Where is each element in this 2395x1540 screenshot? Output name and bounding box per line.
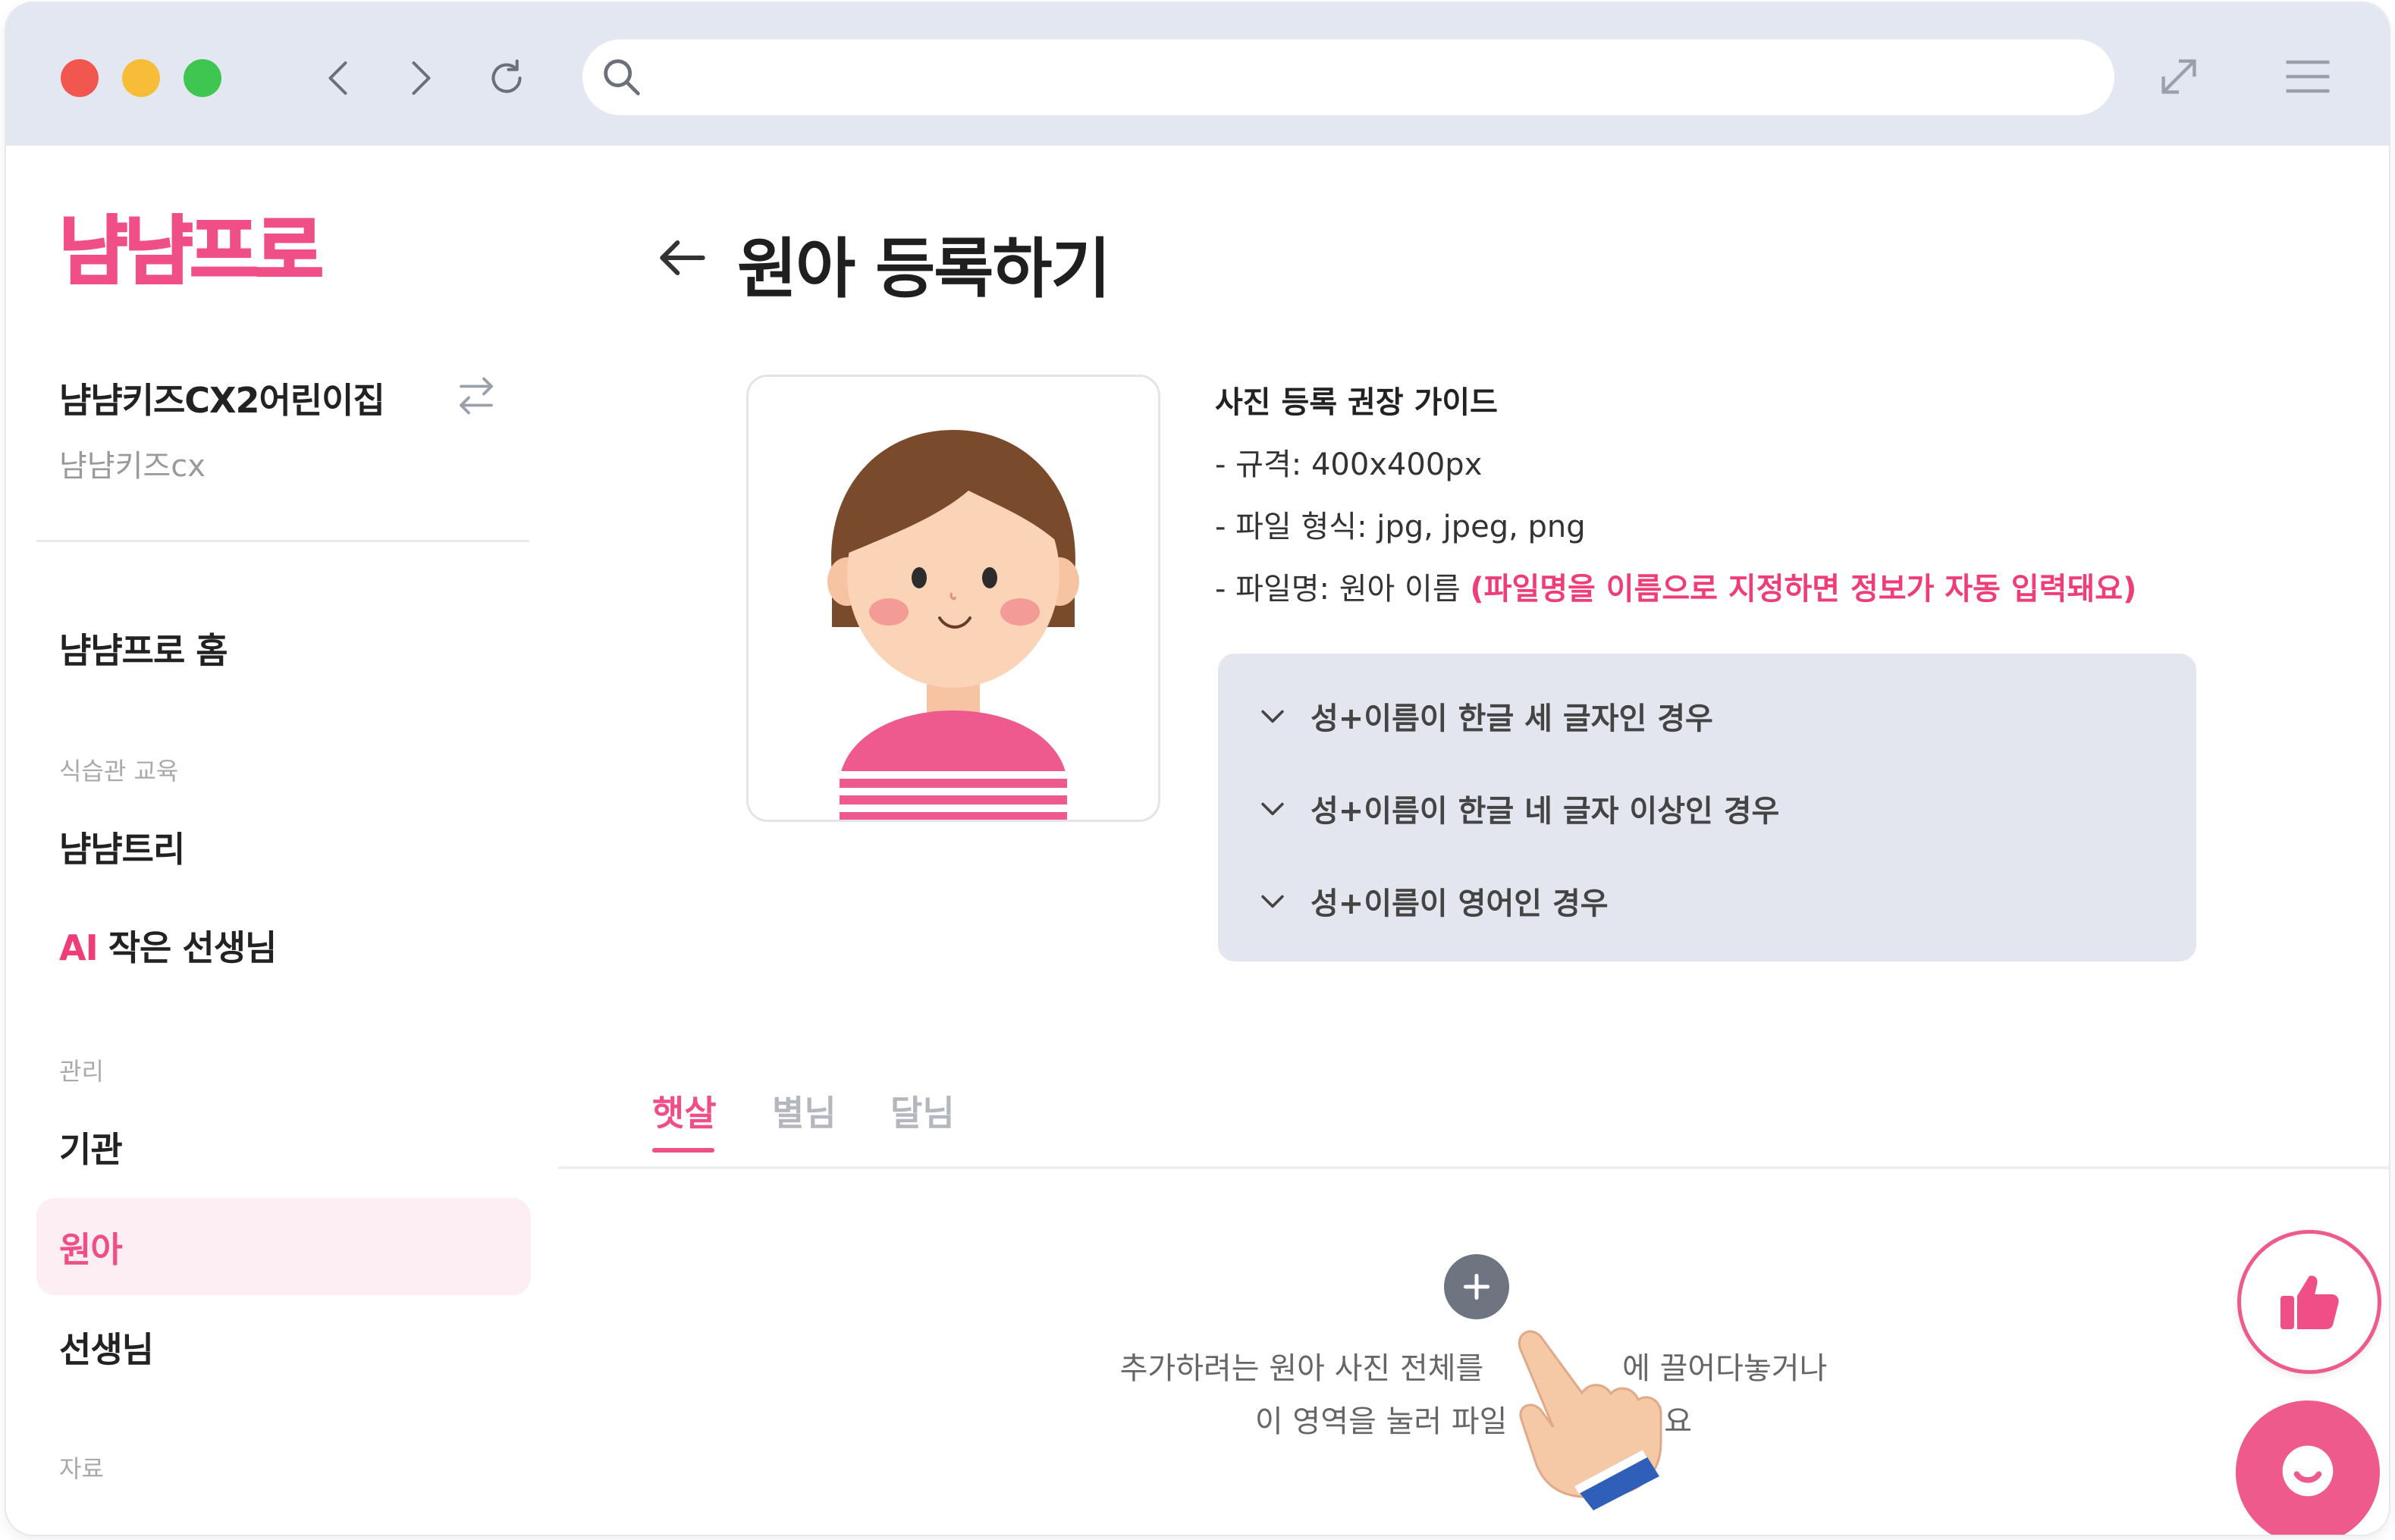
sidebar-section-education: 식습관 교육 — [59, 757, 179, 786]
tab-moon[interactable]: 달님 — [890, 1086, 955, 1136]
tab-sunshine[interactable]: 햇살 — [652, 1086, 717, 1153]
accordion-label: 성+이름이 영어인 경우 — [1311, 886, 1609, 921]
brand-logo[interactable]: 냠냠프로 — [58, 191, 325, 299]
sidebar-item-ai-teacher[interactable]: AI 작은 선생님 — [59, 921, 278, 971]
active-tab-indicator — [652, 1148, 714, 1153]
address-bar[interactable] — [582, 39, 2114, 115]
child-avatar-illustration — [827, 430, 1079, 820]
close-window-button[interactable] — [61, 59, 99, 97]
forward-icon[interactable] — [393, 45, 446, 111]
chevron-down-icon — [1261, 710, 1284, 723]
example-photo-card — [746, 375, 1160, 822]
guide-filename-label: - 파일명: 원아 이름 — [1215, 572, 1471, 607]
org-name: 냠냠키즈CX2어린이집 — [59, 380, 385, 421]
thumbs-up-icon — [2280, 1275, 2339, 1329]
expand-icon[interactable] — [2145, 42, 2213, 111]
sidebar-item-nyamtree[interactable]: 냠냠트리 — [59, 822, 185, 872]
sidebar-item-institution[interactable]: 기관 — [59, 1122, 123, 1172]
reload-icon[interactable] — [480, 45, 533, 111]
chat-bubble-icon — [2282, 1445, 2334, 1497]
guide-spec: - 규격: 400x400px — [1215, 447, 1483, 482]
photo-drop-zone[interactable]: 추가하려는 원아 사진 전체를 에 끌어다놓거나 이 영역을 눌러 파일 세요 — [558, 1169, 2389, 1535]
sidebar: 냠냠프로 냠냠키즈CX2어린이집 냠냠키즈cx 냠냠프로 홈 식습관 교육 냠냠… — [6, 146, 560, 1535]
accordion-label: 성+이름이 한글 세 글자인 경우 — [1311, 701, 1713, 736]
sidebar-item-teachers[interactable]: 선생님 — [59, 1322, 154, 1372]
sidebar-section-manage: 관리 — [59, 1057, 104, 1086]
accordion-item-english[interactable]: 성+이름이 영어인 경우 — [1256, 870, 1609, 931]
sidebar-divider — [36, 540, 529, 542]
sidebar-item-children[interactable]: 원아 — [59, 1222, 123, 1272]
minimize-window-button[interactable] — [122, 59, 160, 97]
dropzone-instruction-line1: 추가하려는 원아 사진 전체를 에 끌어다놓거나 — [1119, 1351, 1828, 1386]
accordion-item-three-char[interactable]: 성+이름이 한글 세 글자인 경우 — [1256, 685, 1713, 746]
guide-format: - 파일 형식: jpg, jpeg, png — [1215, 510, 1586, 544]
browser-window: 냠냠프로 냠냠키즈CX2어린이집 냠냠키즈cx 냠냠프로 홈 식습관 교육 냠냠… — [6, 3, 2389, 1535]
sidebar-item-label: 작은 선생님 — [108, 927, 278, 968]
add-photo-icon[interactable] — [1444, 1254, 1509, 1319]
dropzone-instruction-line2: 이 영역을 눌러 파일 세요 — [1254, 1404, 1693, 1439]
switch-org-icon[interactable] — [454, 373, 499, 419]
pointer-hand-icon — [1518, 1330, 1662, 1510]
chat-button[interactable] — [2236, 1400, 2380, 1535]
ai-badge: AI — [59, 927, 99, 968]
maximize-window-button[interactable] — [184, 59, 221, 97]
chevron-down-icon — [1261, 895, 1284, 908]
accordion-label: 성+이름이 한글 네 글자 이상인 경우 — [1311, 794, 1780, 829]
like-button[interactable] — [2237, 1230, 2381, 1374]
guide-filename: - 파일명: 원아 이름 (파일명을 이름으로 지정하면 정보가 자동 입력돼요… — [1215, 564, 2136, 608]
back-icon[interactable] — [313, 45, 366, 111]
naming-guide-accordion: 성+이름이 한글 세 글자인 경우 성+이름이 한글 네 글자 이상인 경우 성… — [1218, 654, 2196, 961]
main-content: 원아 등록하기 사진 등록 권장 가이드 - 규격: 400x400px - 파… — [558, 146, 2389, 1535]
tab-label: 햇살 — [652, 1093, 717, 1134]
accordion-item-four-char[interactable]: 성+이름이 한글 네 글자 이상인 경우 — [1256, 778, 1779, 839]
url-input[interactable] — [658, 55, 2087, 102]
org-subtitle: 냠냠키즈cx — [59, 449, 206, 484]
back-arrow-icon[interactable] — [652, 227, 713, 288]
sidebar-item-home[interactable]: 냠냠프로 홈 — [59, 623, 228, 673]
menu-icon[interactable] — [2274, 42, 2342, 111]
tab-star[interactable]: 별님 — [772, 1086, 837, 1136]
guide-title: 사진 등록 권장 가이드 — [1215, 385, 1498, 420]
page-title: 원아 등록하기 — [737, 231, 1111, 307]
search-icon — [604, 59, 640, 96]
browser-toolbar — [6, 3, 2389, 146]
sidebar-section-materials: 자료 — [59, 1454, 104, 1483]
chevron-down-icon — [1261, 802, 1284, 816]
guide-filename-highlight: (파일명을 이름으로 지정하면 정보가 자동 입력돼요) — [1470, 572, 2137, 607]
